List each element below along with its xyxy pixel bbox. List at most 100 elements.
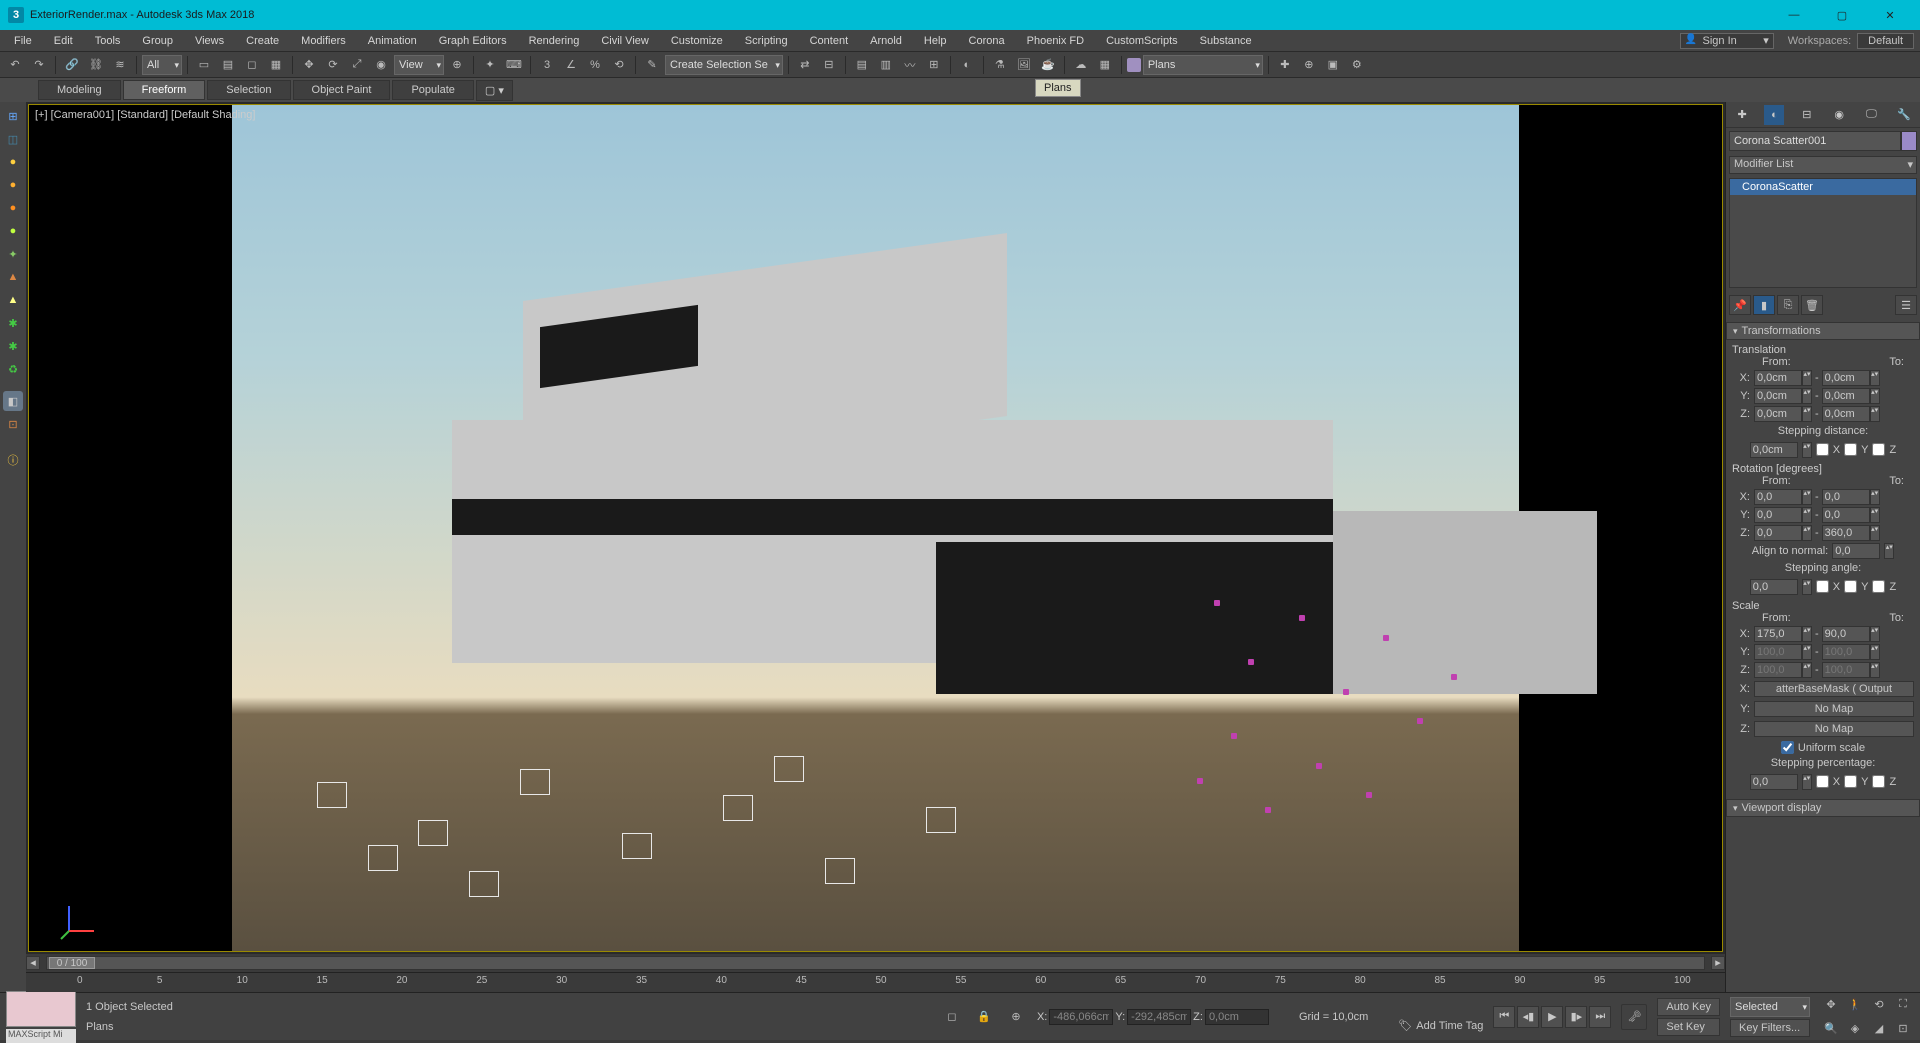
- display-tab-icon[interactable]: 🖵: [1861, 105, 1881, 125]
- object-color-swatch[interactable]: [1901, 131, 1917, 151]
- ribbon-tab-selection[interactable]: Selection: [207, 80, 290, 100]
- stepdist-x-checkbox[interactable]: [1816, 443, 1829, 456]
- material-editor-button[interactable]: ◐: [956, 54, 978, 76]
- menu-content[interactable]: Content: [802, 33, 857, 49]
- sc-y-from-input[interactable]: 100,0: [1754, 644, 1802, 660]
- nav-pan-button[interactable]: ✥: [1820, 994, 1842, 1016]
- prev-frame-button[interactable]: ◂▮: [1517, 1006, 1539, 1028]
- ro-y-from-input[interactable]: 0,0: [1754, 507, 1802, 523]
- signin-dropdown[interactable]: Sign In: [1680, 33, 1774, 49]
- tr-x-from-input[interactable]: 0,0cm: [1754, 370, 1802, 386]
- light4-icon[interactable]: ●: [3, 221, 23, 241]
- nav-zoom-button[interactable]: 🔍: [1820, 1018, 1842, 1040]
- menu-scripting[interactable]: Scripting: [737, 33, 796, 49]
- layer-explorer-button[interactable]: ▤: [851, 54, 873, 76]
- goto-start-button[interactable]: ⏮: [1493, 1006, 1515, 1028]
- menu-create[interactable]: Create: [238, 33, 287, 49]
- layer-add-button[interactable]: ⊕: [1298, 54, 1320, 76]
- tr-z-to-input[interactable]: 0,0cm: [1822, 406, 1870, 422]
- setkey-button[interactable]: Set Key: [1657, 1018, 1720, 1036]
- helper2-icon[interactable]: ▲: [3, 290, 23, 310]
- snap-toggle-button[interactable]: 3: [536, 54, 558, 76]
- render-button[interactable]: ☕: [1037, 54, 1059, 76]
- rotate-button[interactable]: ⟳: [322, 54, 344, 76]
- rollout-viewport-display-header[interactable]: Viewport display: [1726, 799, 1920, 817]
- menu-corona[interactable]: Corona: [961, 33, 1013, 49]
- stack-item-coronascatter[interactable]: CoronaScatter: [1730, 179, 1916, 195]
- configure-sets-button[interactable]: ☰: [1895, 295, 1917, 315]
- stepang-input[interactable]: 0,0: [1750, 579, 1798, 595]
- next-frame-button[interactable]: ▮▸: [1565, 1006, 1587, 1028]
- key-filter-dropdown[interactable]: Selected: [1730, 997, 1810, 1017]
- uniform-scale-checkbox[interactable]: [1781, 741, 1794, 754]
- maxscript-mini-listener[interactable]: MAXScript Mi: [6, 1029, 76, 1043]
- object-name-input[interactable]: [1729, 131, 1901, 151]
- steppct-z-checkbox[interactable]: [1872, 775, 1885, 788]
- selection-lock-button[interactable]: 🔒: [973, 1006, 995, 1028]
- align-button[interactable]: ⊟: [818, 54, 840, 76]
- time-tag-icon[interactable]: 🏷: [1398, 1019, 1412, 1032]
- ribbon-tab-extra[interactable]: ▢ ▾: [476, 80, 513, 101]
- ribbon-tab-freeform[interactable]: Freeform: [123, 80, 206, 100]
- manipulate-button[interactable]: ✦: [479, 54, 501, 76]
- rollout-transformations-header[interactable]: Transformations: [1726, 322, 1920, 340]
- tr-y-from-input[interactable]: 0,0cm: [1754, 388, 1802, 404]
- link-button[interactable]: 🔗: [61, 54, 83, 76]
- sc-y-to-input[interactable]: 100,0: [1822, 644, 1870, 660]
- stepdist-input[interactable]: 0,0cm: [1750, 442, 1798, 458]
- layer-select-button[interactable]: ▣: [1322, 54, 1344, 76]
- close-button[interactable]: ✕: [1868, 3, 1912, 27]
- menu-modifiers[interactable]: Modifiers: [293, 33, 354, 49]
- key-mode-button[interactable]: 🗝: [1621, 1004, 1647, 1030]
- ribbon-tab-objectpaint[interactable]: Object Paint: [293, 80, 391, 100]
- scale-map-y-button[interactable]: No Map: [1754, 701, 1914, 717]
- box-icon[interactable]: ◫: [3, 129, 23, 149]
- ro-z-from-input[interactable]: 0,0: [1754, 525, 1802, 541]
- ro-x-to-input[interactable]: 0,0: [1822, 489, 1870, 505]
- menu-file[interactable]: File: [6, 33, 40, 49]
- layer-dropdown[interactable]: Plans: [1143, 55, 1263, 75]
- scale-map-x-button[interactable]: atterBaseMask ( Output: [1754, 681, 1914, 697]
- tr-z-from-input[interactable]: 0,0cm: [1754, 406, 1802, 422]
- ro-z-to-input[interactable]: 360,0: [1822, 525, 1870, 541]
- tr-y-to-input[interactable]: 0,0cm: [1822, 388, 1870, 404]
- ro-y-to-input[interactable]: 0,0: [1822, 507, 1870, 523]
- menu-views[interactable]: Views: [187, 33, 232, 49]
- stepdist-y-checkbox[interactable]: [1844, 443, 1857, 456]
- menu-customize[interactable]: Customize: [663, 33, 731, 49]
- redo-button[interactable]: ↷: [28, 54, 50, 76]
- goto-end-button[interactable]: ⏭: [1589, 1006, 1611, 1028]
- workspaces-dropdown[interactable]: Default: [1857, 33, 1914, 49]
- align-input[interactable]: 0,0: [1832, 543, 1880, 559]
- ro-x-from-input[interactable]: 0,0: [1754, 489, 1802, 505]
- menu-grapheditors[interactable]: Graph Editors: [431, 33, 515, 49]
- unlink-button[interactable]: ⛓: [85, 54, 107, 76]
- z-coord-input[interactable]: [1205, 1009, 1269, 1025]
- placement-button[interactable]: ◉: [370, 54, 392, 76]
- nav-zoom-all-button[interactable]: ◈: [1844, 1018, 1866, 1040]
- create-tab-icon[interactable]: ✚: [1732, 105, 1752, 125]
- time-prev-button[interactable]: ◂: [26, 956, 40, 970]
- time-slider[interactable]: ◂ 0 / 100 ▸: [26, 954, 1725, 972]
- undo-button[interactable]: ↶: [4, 54, 26, 76]
- viewport-camera001[interactable]: [+] [Camera001] [Standard] [Default Shad…: [28, 104, 1723, 952]
- angle-snap-button[interactable]: ∠: [560, 54, 582, 76]
- geom1-icon[interactable]: ✱: [3, 313, 23, 333]
- time-ruler[interactable]: 0510152025303540455055606570758085909510…: [26, 972, 1725, 992]
- light2-icon[interactable]: ●: [3, 175, 23, 195]
- helper1-icon[interactable]: ▲: [3, 267, 23, 287]
- curve-editor-button[interactable]: 〰: [899, 54, 921, 76]
- y-coord-input[interactable]: [1127, 1009, 1191, 1025]
- toggle-ribbon-button[interactable]: ▥: [875, 54, 897, 76]
- menu-help[interactable]: Help: [916, 33, 955, 49]
- minimize-button[interactable]: —: [1772, 3, 1816, 27]
- menu-group[interactable]: Group: [134, 33, 181, 49]
- stepang-z-checkbox[interactable]: [1872, 580, 1885, 593]
- tr-x-to-input[interactable]: 0,0cm: [1822, 370, 1870, 386]
- spinner-snap-button[interactable]: ⟲: [608, 54, 630, 76]
- add-time-tag-button[interactable]: Add Time Tag: [1416, 1020, 1483, 1032]
- recycle-icon[interactable]: ♻: [3, 359, 23, 379]
- tool-b-icon[interactable]: ⊡: [3, 414, 23, 434]
- nav-walk-button[interactable]: 🚶: [1844, 994, 1866, 1016]
- utilities-tab-icon[interactable]: 🔧: [1894, 105, 1914, 125]
